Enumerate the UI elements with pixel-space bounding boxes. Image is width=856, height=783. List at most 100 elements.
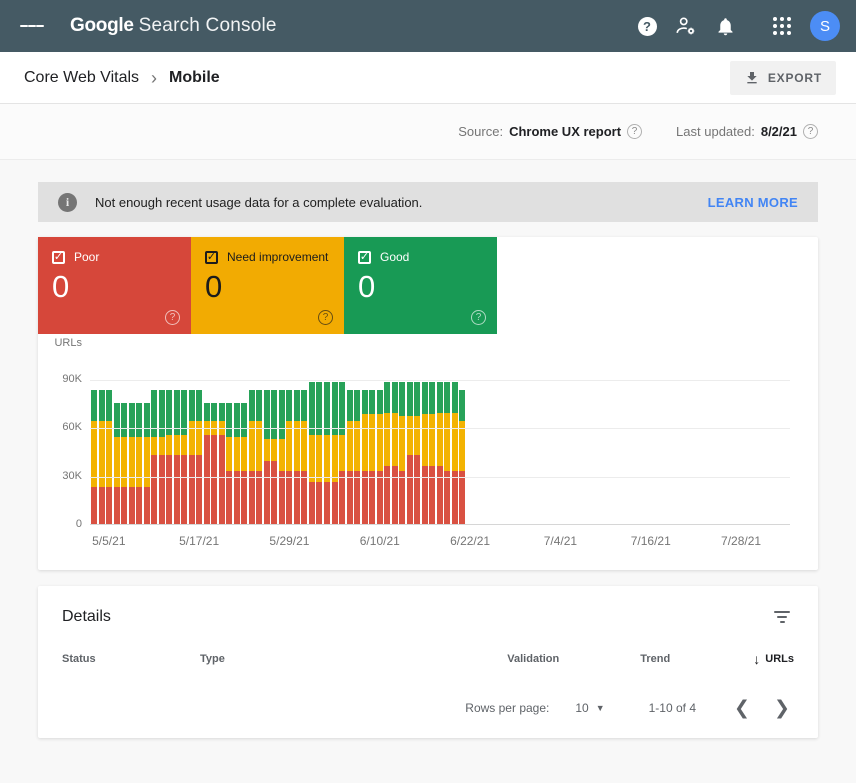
user-settings-button[interactable] [674,14,698,38]
source-label: Source: [458,124,503,139]
dropdown-arrow-icon: ▼ [596,703,605,713]
bar-segment-need-improvement [384,413,390,466]
chart-plot[interactable] [90,380,790,525]
status-card-help-icon[interactable]: ? [471,310,486,325]
stacked-bar [196,390,202,524]
bar-segment-good [249,390,255,421]
account-avatar[interactable]: S [810,11,840,41]
previous-page-button[interactable]: ❮ [730,697,754,719]
stacked-bar [136,403,142,524]
stacked-bar [332,382,338,524]
info-banner: i Not enough recent usage data for a com… [38,182,818,222]
stacked-bar [256,390,262,524]
status-card-need-improvement[interactable]: ✓Need improvement0? [191,237,344,334]
bar-segment-good [241,403,247,437]
status-card-value: 0 [205,270,330,304]
source-help-icon[interactable]: ? [627,124,642,139]
bar-segment-good [392,382,398,413]
status-card-label: Poor [74,250,99,264]
checkbox-checked-icon[interactable]: ✓ [358,251,371,264]
bar-segment-poor [377,471,383,524]
next-page-button[interactable]: ❯ [770,697,794,719]
status-card-help-icon[interactable]: ? [318,310,333,325]
stacked-bar [316,382,322,524]
bar-segment-good [459,390,465,421]
y-axis-tick-label: 90K [38,373,82,385]
status-card-poor[interactable]: ✓Poor0? [38,237,191,334]
bar-segment-poor [189,455,195,524]
bar-segment-poor [362,471,368,524]
bar-segment-good [422,382,428,414]
bar-segment-good [159,390,165,437]
stacked-bar [91,390,97,524]
stacked-bar [264,390,270,524]
column-header-type: Type [200,653,507,665]
notifications-button[interactable] [713,14,737,38]
bar-segment-need-improvement [166,435,172,454]
bar-segment-poor [181,455,187,524]
bar-segment-need-improvement [316,435,322,482]
export-button[interactable]: EXPORT [730,61,836,95]
breadcrumb-section-link[interactable]: Core Web Vitals [24,69,139,87]
bar-segment-good [204,403,210,421]
bar-segment-poor [271,461,277,524]
status-card-label: Good [380,250,409,264]
bar-segment-need-improvement [309,435,315,482]
bar-segment-poor [136,487,142,524]
apps-grid-button[interactable] [770,14,794,38]
status-card-help-icon[interactable]: ? [165,310,180,325]
logo-product: Search Console [139,15,277,37]
logo-google: Google [70,15,134,37]
help-button[interactable]: ? [635,14,659,38]
bar-segment-need-improvement [226,437,232,471]
bar-segment-need-improvement [114,437,120,487]
stacked-bar [369,390,375,524]
bar-segment-poor [129,487,135,524]
stacked-bar [452,382,458,524]
chart-area: URLs 030K60K90K5/5/215/17/215/29/216/10/… [38,334,818,570]
chart-bars [91,382,467,524]
last-updated-value: 8/2/21 [761,124,797,139]
bar-segment-good [407,382,413,416]
bar-segment-good [226,403,232,437]
stacked-bar [99,390,105,524]
checkbox-checked-icon[interactable]: ✓ [205,251,218,264]
bar-segment-need-improvement [339,435,345,470]
x-axis-tick-label: 7/28/21 [721,534,761,548]
app-logo: Google Search Console [70,15,277,37]
stacked-bar [422,382,428,524]
bar-segment-poor [264,461,270,524]
bar-segment-good [106,390,112,421]
stacked-bar [226,403,232,524]
report-meta-bar: Source: Chrome UX report ? Last updated:… [0,104,856,160]
column-header-urls-sort[interactable]: ↓ URLs [753,651,794,667]
bar-segment-poor [219,435,225,524]
column-header-status: Status [62,653,200,665]
x-axis-tick-label: 6/10/21 [360,534,400,548]
bar-segment-poor [279,471,285,524]
bar-segment-need-improvement [324,435,330,482]
bar-segment-good [271,390,277,438]
bar-segment-need-improvement [407,416,413,455]
bar-segment-good [294,390,300,421]
bar-segment-good [129,403,135,437]
bar-segment-poor [459,471,465,524]
learn-more-link[interactable]: LEARN MORE [708,195,798,210]
stacked-bar [144,403,150,524]
download-icon [744,70,760,86]
person-gear-icon [675,15,697,37]
stacked-bar [459,390,465,524]
rows-per-page-select[interactable]: 10 ▼ [575,701,604,715]
checkbox-checked-icon[interactable]: ✓ [52,251,65,264]
bar-segment-poor [286,471,292,524]
bar-segment-poor [407,455,413,524]
menu-icon[interactable] [20,14,44,38]
stacked-bar [384,382,390,524]
stacked-bar [429,382,435,524]
gridline [90,477,790,478]
bar-segment-need-improvement [332,435,338,482]
stacked-bar [339,382,345,524]
last-updated-help-icon[interactable]: ? [803,124,818,139]
status-card-good[interactable]: ✓Good0? [344,237,497,334]
filter-icon[interactable] [770,605,794,629]
